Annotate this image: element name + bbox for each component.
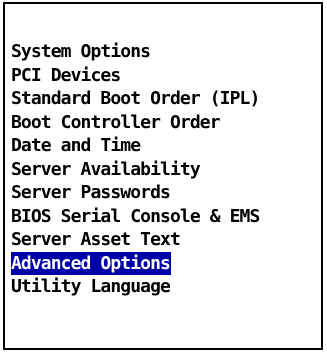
menu-item-label: BIOS Serial Console & EMS <box>11 205 260 227</box>
menu-item-pci-devices[interactable]: PCI Devices <box>5 64 321 88</box>
menu-item-label: Server Availability <box>11 158 201 180</box>
menu-item-advanced-options[interactable]: Advanced Options <box>5 251 321 275</box>
menu-item-bios-serial-console[interactable]: BIOS Serial Console & EMS <box>5 205 321 229</box>
rbsu-menu-panel: System Options PCI Devices Standard Boot… <box>3 2 323 350</box>
menu-item-server-passwords[interactable]: Server Passwords <box>5 181 321 205</box>
menu-item-label: Utility Language <box>11 276 171 297</box>
menu-item-label: Boot Controller Order <box>11 111 221 133</box>
menu-item-label: Standard Boot Order (IPL) <box>11 88 260 109</box>
menu-item-boot-controller-order[interactable]: Boot Controller Order <box>5 111 321 135</box>
menu-item-label: Date and Time <box>11 135 141 156</box>
menu-item-standard-boot-order[interactable]: Standard Boot Order (IPL) <box>5 87 321 111</box>
menu-item-utility-language[interactable]: Utility Language <box>5 275 321 299</box>
menu-item-label: Server Asset Text <box>11 229 181 250</box>
menu-item-system-options[interactable]: System Options <box>5 40 321 64</box>
menu-item-server-availability[interactable]: Server Availability <box>5 158 321 182</box>
menu-item-label: Server Passwords <box>11 182 171 203</box>
menu-item-date-and-time[interactable]: Date and Time <box>5 134 321 158</box>
menu-item-label: System Options <box>11 41 151 62</box>
menu-item-label: PCI Devices <box>11 64 121 86</box>
menu-item-label: Advanced Options <box>11 251 171 275</box>
menu-item-server-asset-text[interactable]: Server Asset Text <box>5 228 321 252</box>
menu-list: System Options PCI Devices Standard Boot… <box>5 40 321 299</box>
